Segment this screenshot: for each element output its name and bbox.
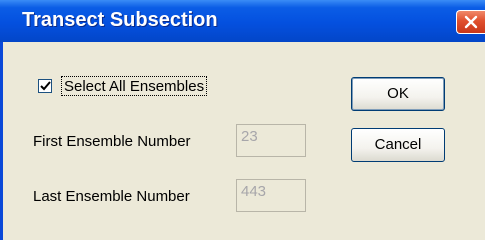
close-button[interactable] [456,10,485,34]
close-icon [464,15,478,29]
title-bar[interactable]: Transect Subsection [0,0,485,42]
ok-button[interactable]: OK [351,77,445,111]
dialog-window: Transect Subsection Select All Ensembles… [0,0,485,240]
check-icon [40,81,51,91]
dialog-title: Transect Subsection [22,9,218,31]
select-all-checkbox[interactable] [38,79,52,93]
cancel-button[interactable]: Cancel [351,128,445,162]
first-ensemble-label: First Ensemble Number [33,133,191,150]
first-ensemble-input[interactable]: 23 [236,124,306,157]
select-all-label[interactable]: Select All Ensembles [61,76,208,96]
last-ensemble-input[interactable]: 443 [236,179,306,212]
last-ensemble-label: Last Ensemble Number [33,188,190,205]
